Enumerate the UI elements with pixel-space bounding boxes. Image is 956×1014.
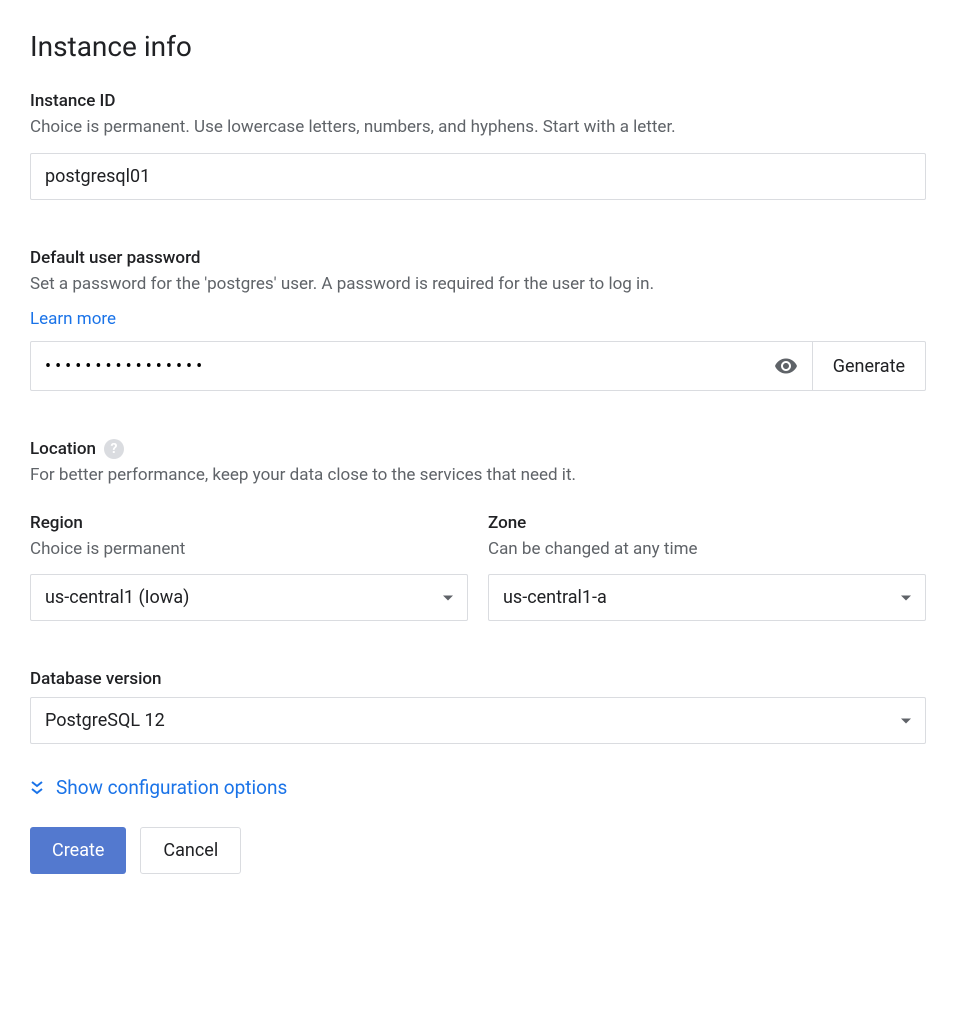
db-version-label: Database version [30,669,926,689]
zone-select-value: us-central1-a [503,587,607,608]
db-version-select[interactable]: PostgreSQL 12 [30,697,926,744]
caret-down-icon [901,718,911,723]
password-help: Set a password for the 'postgres' user. … [30,272,926,298]
password-section: Default user password Set a password for… [30,248,926,392]
instance-id-input[interactable] [30,153,926,200]
location-section: Location ? For better performance, keep … [30,439,926,621]
location-label-text: Location [30,439,96,459]
zone-column: Zone Can be changed at any time us-centr… [488,513,926,622]
eye-icon[interactable] [774,354,798,378]
zone-help: Can be changed at any time [488,537,926,563]
help-icon[interactable]: ? [104,439,124,459]
caret-down-icon [443,595,453,600]
double-chevron-down-icon [30,780,44,796]
region-column: Region Choice is permanent us-central1 (… [30,513,468,622]
zone-select[interactable]: us-central1-a [488,574,926,621]
password-label: Default user password [30,248,926,268]
instance-id-help: Choice is permanent. Use lowercase lette… [30,115,926,141]
region-help: Choice is permanent [30,537,468,563]
show-configuration-options-toggle[interactable]: Show configuration options [30,776,926,799]
region-select[interactable]: us-central1 (Iowa) [30,574,468,621]
instance-id-section: Instance ID Choice is permanent. Use low… [30,91,926,200]
location-help: For better performance, keep your data c… [30,463,926,489]
cancel-button[interactable]: Cancel [140,827,241,874]
db-version-select-value: PostgreSQL 12 [45,710,165,731]
page-title: Instance info [30,30,926,63]
learn-more-link[interactable]: Learn more [30,309,116,329]
password-input[interactable] [45,356,766,377]
caret-down-icon [901,595,911,600]
generate-button[interactable]: Generate [813,341,926,391]
db-version-section: Database version PostgreSQL 12 [30,669,926,744]
region-select-value: us-central1 (Iowa) [45,587,189,608]
show-configuration-options-label: Show configuration options [56,776,287,799]
create-button[interactable]: Create [30,827,126,874]
button-row: Create Cancel [30,827,926,874]
region-label: Region [30,513,468,533]
instance-id-label: Instance ID [30,91,926,111]
location-label: Location ? [30,439,926,459]
zone-label: Zone [488,513,926,533]
